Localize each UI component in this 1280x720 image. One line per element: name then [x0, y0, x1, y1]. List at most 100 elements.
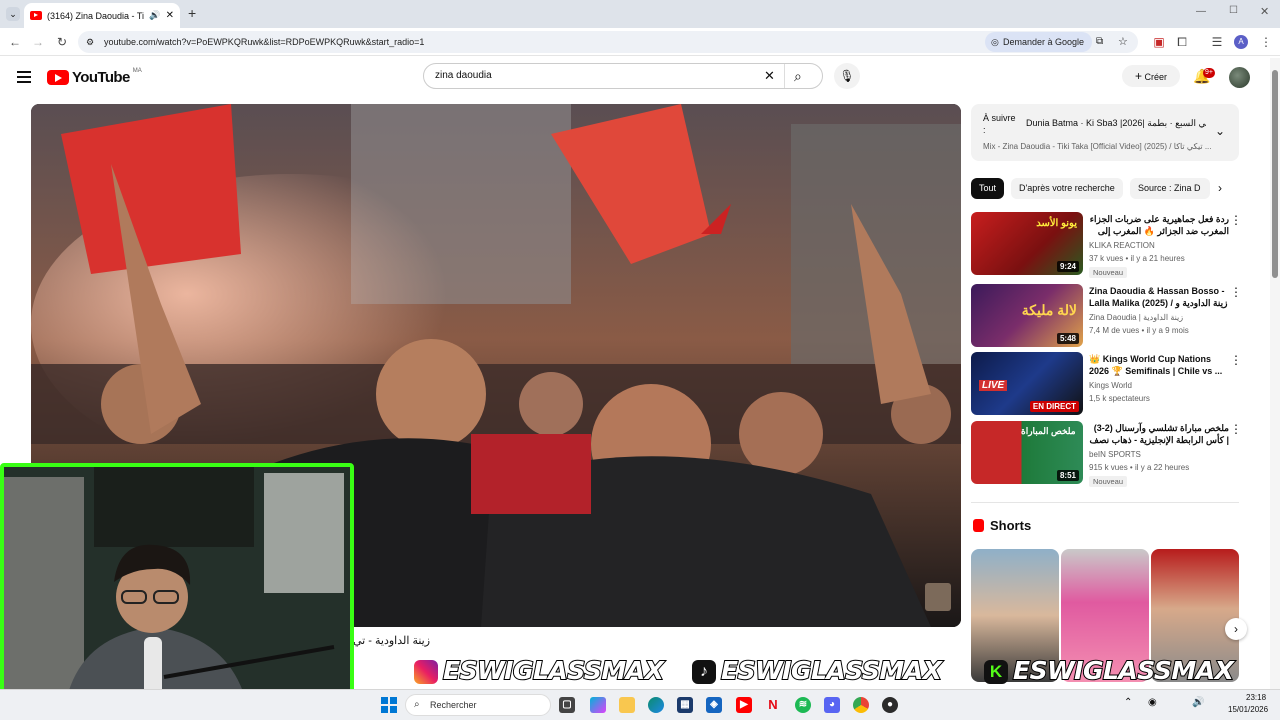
- taskbar-time: 23:18: [1246, 693, 1267, 702]
- voice-search-mic-icon[interactable]: 🎙: [834, 63, 860, 89]
- video-stats: 1,5 k spectateurs: [1089, 394, 1150, 403]
- channel-name[interactable]: beIN SPORTS: [1089, 450, 1141, 459]
- section-divider: [971, 502, 1239, 503]
- back-arrow-icon[interactable]: ←: [7, 34, 23, 50]
- youtube-app-icon[interactable]: ▶: [736, 697, 752, 713]
- ask-google-button[interactable]: ◎ Demander à Google: [985, 32, 1093, 52]
- tab-title: (3164) Zina Daoudia - Tiki T: [47, 10, 145, 21]
- search-input[interactable]: zina daoudia: [435, 70, 492, 81]
- video-thumbnail[interactable]: لالة مليكة 5:48: [971, 284, 1083, 347]
- video-title[interactable]: ردة فعل جماهيرية على ضربات الجزاء المغرب…: [1089, 213, 1229, 237]
- chip-all[interactable]: Tout: [971, 178, 1005, 199]
- youtube-wordmark: YouTube: [72, 69, 130, 86]
- playlist-queue-panel[interactable]: À suivre : Dunia Batma · Ki Sba3 |2026| …: [971, 104, 1239, 161]
- taskbar-date: 15/01/2026: [1228, 705, 1269, 714]
- more-actions-icon[interactable]: ⋮: [1230, 214, 1242, 226]
- taskbar-search-placeholder: Rechercher: [430, 700, 477, 710]
- tab-close-icon[interactable]: ✕: [166, 10, 174, 21]
- webcam-scene: [4, 467, 350, 713]
- recommended-video[interactable]: لالة مليكة 5:48 Zina Daoudia & Hassan Bo…: [971, 284, 1242, 348]
- thumbnail-overlay-text: LIVE: [979, 380, 1008, 391]
- recommended-video[interactable]: LIVE EN DIRECT 👑 Kings World Cup Nations…: [971, 352, 1242, 416]
- profile-avatar[interactable]: A: [1234, 35, 1248, 49]
- search-icon[interactable]: ⌕: [794, 64, 802, 88]
- reload-icon[interactable]: ↻: [54, 34, 70, 50]
- reading-list-icon[interactable]: ☰: [1209, 34, 1225, 50]
- site-info-icon[interactable]: ⚙: [86, 31, 94, 53]
- ask-google-label: Demander à Google: [1003, 37, 1085, 47]
- discord-icon[interactable]: ◕: [824, 697, 840, 713]
- forward-arrow-icon[interactable]: →: [30, 34, 46, 50]
- new-tab-button[interactable]: +: [188, 5, 196, 21]
- channel-name[interactable]: Kings World: [1089, 381, 1132, 390]
- windows-start-icon[interactable]: [381, 697, 397, 713]
- hamburger-menu-icon[interactable]: [17, 71, 31, 86]
- video-duration: 5:48: [1056, 333, 1079, 344]
- taskbar-search-box[interactable]: ⌕ Rechercher: [405, 694, 551, 716]
- install-app-icon[interactable]: ⧉: [1096, 31, 1103, 53]
- netflix-icon[interactable]: N: [765, 697, 781, 713]
- video-title[interactable]: Zina Daoudia & Hassan Bosso - Lalla Mali…: [1089, 285, 1229, 309]
- channel-name[interactable]: Zina Daoudia | زينة الداودية: [1089, 313, 1183, 322]
- speaker-icon[interactable]: 🔊: [149, 10, 160, 21]
- more-actions-icon[interactable]: ⋮: [1230, 286, 1242, 298]
- create-label: Créer: [1144, 72, 1168, 82]
- spotify-icon[interactable]: ≋: [795, 697, 811, 713]
- expand-chevron-icon[interactable]: ⌄: [1215, 124, 1225, 138]
- mix-title: Mix - Zina Daoudia - Tiki Taka [Official…: [983, 142, 1212, 151]
- create-button[interactable]: + Créer: [1122, 65, 1180, 87]
- youtube-play-icon: [47, 70, 69, 85]
- minimize-button[interactable]: —: [1196, 6, 1206, 17]
- url-text: youtube.com/watch?v=PoEWPKQRuwk&list=RDP…: [104, 37, 425, 47]
- browser-tab-active[interactable]: (3164) Zina Daoudia - Tiki T 🔊 ✕: [24, 3, 180, 28]
- channel-name[interactable]: KLIKA REACTION: [1089, 241, 1155, 250]
- file-explorer-icon[interactable]: [619, 697, 635, 713]
- calculator-icon[interactable]: ▦: [677, 697, 693, 713]
- scrollbar-thumb[interactable]: [1272, 70, 1278, 278]
- task-view-icon[interactable]: ▢: [559, 697, 575, 713]
- video-stats: 915 k vues • il y a 22 heures: [1089, 463, 1190, 472]
- copilot-icon[interactable]: [590, 697, 606, 713]
- shorts-logo-icon: [973, 519, 984, 532]
- channel-watermark-thumbnail[interactable]: [925, 583, 951, 611]
- bookmark-star-icon[interactable]: ☆: [1118, 31, 1128, 53]
- wifi-icon[interactable]: ◉: [1148, 697, 1157, 708]
- vpn-icon[interactable]: ◈: [706, 697, 722, 713]
- video-thumbnail[interactable]: ملخص المباراة 8:51: [971, 421, 1083, 484]
- obs-icon[interactable]: ●: [882, 697, 898, 713]
- address-bar[interactable]: ⚙ youtube.com/watch?v=PoEWPKQRuwk&list=R…: [78, 31, 1138, 53]
- video-duration: 8:51: [1056, 470, 1079, 481]
- tab-search-button[interactable]: ⌄: [6, 7, 20, 21]
- browser-menu-icon[interactable]: ⋮: [1258, 34, 1274, 50]
- user-avatar[interactable]: [1229, 67, 1250, 88]
- video-thumbnail[interactable]: يونو الأسد 9:24: [971, 212, 1083, 275]
- chip-from-search[interactable]: D'après votre recherche: [1011, 178, 1123, 199]
- video-title[interactable]: 👑 Kings World Cup Nations 2026 🏆 Semifin…: [1089, 353, 1229, 377]
- more-actions-icon[interactable]: ⋮: [1230, 423, 1242, 435]
- chips-next-chevron-icon[interactable]: ›: [1218, 181, 1222, 195]
- recommended-video[interactable]: يونو الأسد 9:24 ردة فعل جماهيرية على ضرب…: [971, 212, 1242, 278]
- system-tray-chevron-icon[interactable]: ⌃: [1124, 697, 1132, 708]
- extension-icon[interactable]: ▣: [1151, 34, 1167, 50]
- chrome-icon[interactable]: [853, 697, 869, 713]
- search-box[interactable]: zina daoudia ✕ ⌕: [423, 63, 823, 89]
- youtube-logo[interactable]: YouTube MA: [47, 68, 142, 86]
- clear-search-icon[interactable]: ✕: [764, 64, 775, 88]
- tiktok-handle: ESWIGLASSMAX: [720, 655, 943, 686]
- volume-icon[interactable]: 🔊: [1192, 697, 1204, 708]
- video-thumbnail[interactable]: LIVE EN DIRECT: [971, 352, 1083, 415]
- puzzle-extensions-icon[interactable]: ⧠: [1174, 34, 1190, 50]
- page-scrollbar[interactable]: [1270, 58, 1280, 689]
- more-actions-icon[interactable]: ⋮: [1230, 354, 1242, 366]
- new-badge: Nouveau: [1089, 267, 1128, 278]
- up-next-label: À suivre :: [983, 113, 1016, 135]
- chip-source[interactable]: Source : Zina D: [1130, 178, 1210, 199]
- edge-icon[interactable]: [648, 697, 664, 713]
- recommended-video[interactable]: ملخص المباراة 8:51 ملخص مباراة تشلسي وآر…: [971, 421, 1242, 487]
- video-stats: 37 k vues • il y a 21 heures: [1089, 254, 1185, 263]
- thumbnail-overlay-text: ملخص المباراة: [1021, 426, 1076, 436]
- shorts-next-button[interactable]: ›: [1225, 618, 1247, 640]
- maximize-button[interactable]: ☐: [1229, 5, 1238, 16]
- close-window-button[interactable]: ✕: [1260, 5, 1269, 18]
- video-title[interactable]: ملخص مباراة تشلسي وآرسنال (2-3) | كأس ال…: [1089, 422, 1230, 446]
